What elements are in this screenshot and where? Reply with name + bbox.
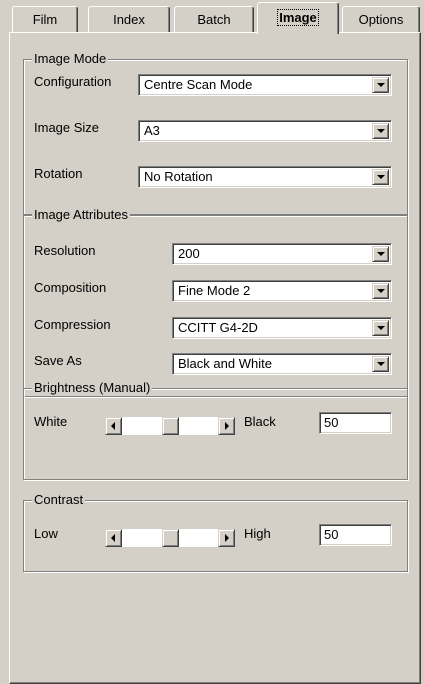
contrast-low-label: Low (34, 526, 58, 541)
slider-right-button[interactable] (218, 417, 235, 435)
chevron-down-icon (377, 175, 385, 179)
tab-panel-image: Image Mode Configuration Centre Scan Mod… (9, 32, 421, 684)
configuration-label: Configuration (34, 74, 112, 89)
composition-value: Fine Mode 2 (178, 283, 251, 298)
brightness-value: 50 (324, 415, 339, 430)
compression-value: CCITT G4-2D (178, 320, 258, 335)
contrast-group: Contrast Low High 50 (23, 492, 408, 572)
rotation-value: No Rotation (144, 169, 213, 184)
slider-left-button[interactable] (105, 417, 122, 435)
chevron-down-icon (377, 129, 385, 133)
image-mode-group: Image Mode Configuration Centre Scan Mod… (23, 51, 408, 215)
contrast-value-field[interactable]: 50 (319, 524, 392, 546)
slider-left-button[interactable] (105, 529, 122, 547)
dropdown-button[interactable] (372, 246, 389, 262)
dropdown-button[interactable] (372, 123, 389, 139)
image-size-select[interactable]: A3 (138, 120, 392, 142)
arrow-right-icon (225, 422, 229, 430)
arrow-right-icon (225, 534, 229, 542)
rotation-select[interactable]: No Rotation (138, 166, 392, 188)
tab-options[interactable]: Options (342, 6, 420, 33)
group-title: Brightness (Manual) (32, 380, 153, 396)
contrast-value: 50 (324, 527, 339, 542)
chevron-down-icon (377, 289, 385, 293)
save-as-label: Save As (34, 353, 82, 368)
dropdown-button[interactable] (372, 169, 389, 185)
brightness-high-label: Black (244, 414, 276, 429)
image-size-label: Image Size (34, 120, 100, 135)
tab-image[interactable]: Image (257, 2, 339, 34)
arrow-left-icon (111, 534, 115, 542)
configuration-select[interactable]: Centre Scan Mode (138, 74, 392, 96)
resolution-select[interactable]: 200 (172, 243, 392, 265)
tab-batch[interactable]: Batch (174, 6, 254, 33)
tab-label: Index (113, 12, 145, 27)
composition-label: Composition (34, 280, 107, 295)
resolution-value: 200 (178, 246, 200, 261)
dropdown-button[interactable] (372, 356, 389, 372)
image-size-value: A3 (144, 123, 160, 138)
group-title: Contrast (32, 492, 86, 508)
brightness-low-label: White (34, 414, 68, 429)
contrast-high-label: High (244, 526, 271, 541)
tab-label: Batch (197, 12, 231, 27)
brightness-value-field[interactable]: 50 (319, 412, 392, 434)
save-as-select[interactable]: Black and White (172, 353, 392, 375)
brightness-group: Brightness (Manual) White Black 50 (23, 380, 408, 480)
chevron-down-icon (377, 362, 385, 366)
tab-label: Image (277, 9, 319, 26)
chevron-down-icon (377, 252, 385, 256)
resolution-label: Resolution (34, 243, 96, 258)
image-attributes-group: Image Attributes Resolution 200 Composit… (23, 207, 408, 397)
group-title: Image Attributes (32, 207, 130, 223)
configuration-value: Centre Scan Mode (144, 77, 253, 92)
dropdown-button[interactable] (372, 77, 389, 93)
slider-right-button[interactable] (218, 529, 235, 547)
slider-thumb[interactable] (162, 417, 179, 435)
composition-select[interactable]: Fine Mode 2 (172, 280, 392, 302)
compression-label: Compression (34, 317, 111, 332)
group-title: Image Mode (32, 51, 109, 67)
tab-film[interactable]: Film (12, 6, 78, 33)
compression-select[interactable]: CCITT G4-2D (172, 317, 392, 339)
arrow-left-icon (111, 422, 115, 430)
tab-label: Film (32, 12, 58, 27)
dropdown-button[interactable] (372, 283, 389, 299)
slider-thumb[interactable] (162, 529, 179, 547)
tab-label: Options (358, 12, 404, 27)
chevron-down-icon (377, 83, 385, 87)
contrast-slider[interactable] (105, 529, 235, 547)
rotation-label: Rotation (34, 166, 83, 181)
chevron-down-icon (377, 326, 385, 330)
save-as-value: Black and White (178, 356, 272, 371)
tab-index[interactable]: Index (88, 6, 170, 33)
dropdown-button[interactable] (372, 320, 389, 336)
brightness-slider[interactable] (105, 417, 235, 435)
